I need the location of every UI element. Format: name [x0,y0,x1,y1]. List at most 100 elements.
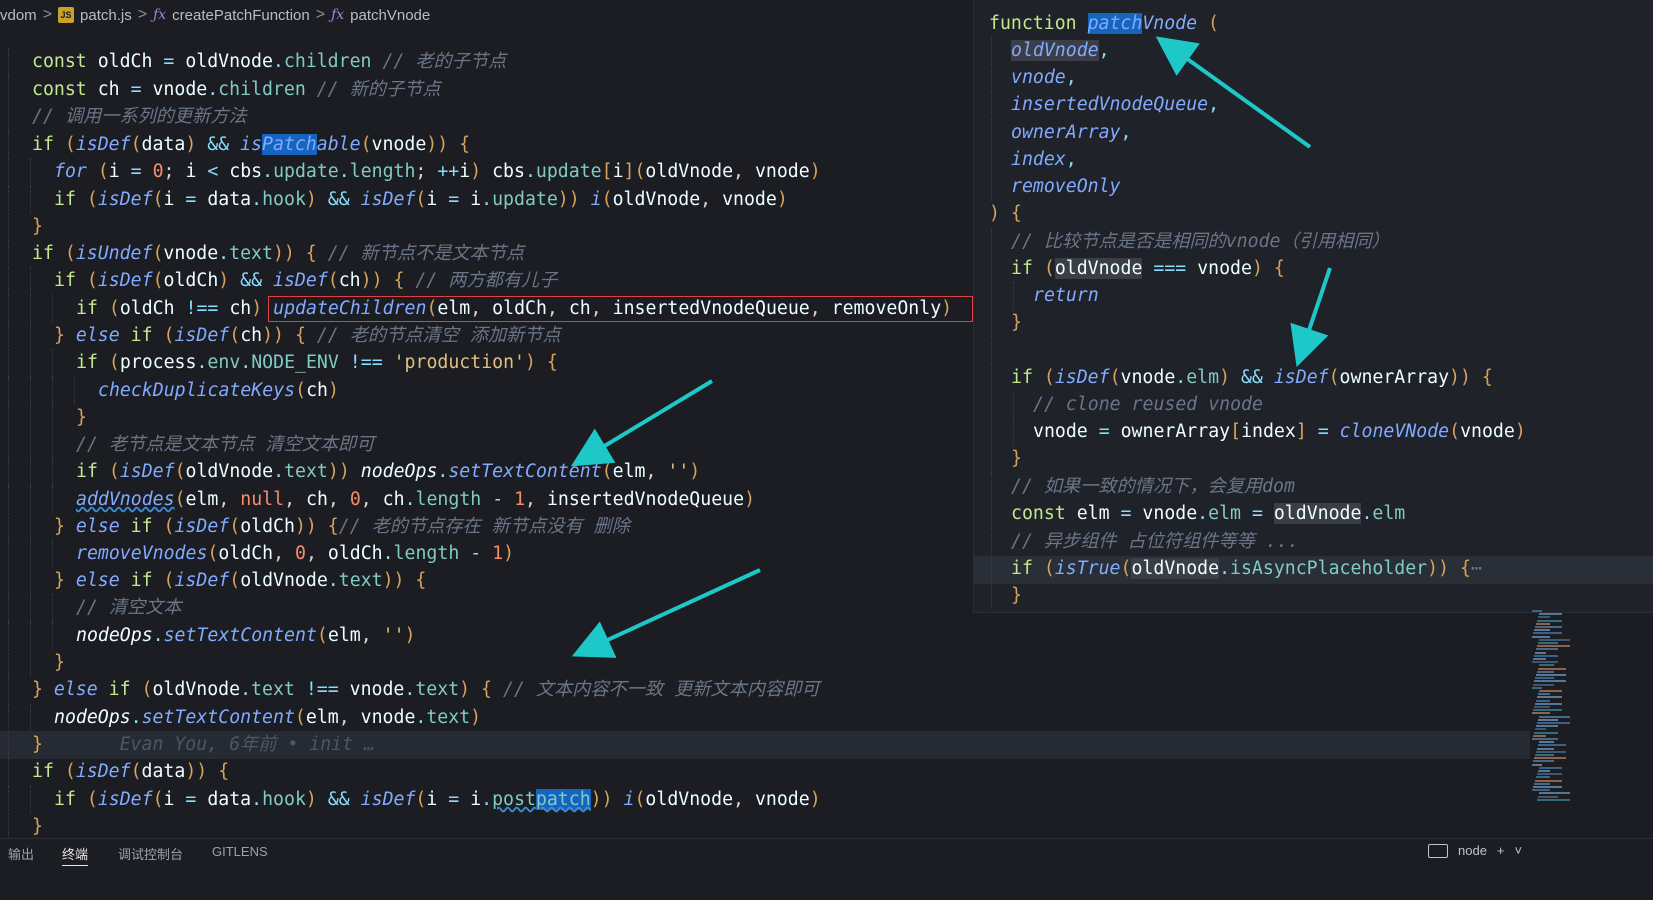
indent-guide [991,364,993,392]
minimap-line [1533,683,1554,686]
terminal-name[interactable]: node [1458,843,1487,858]
indent-guide [30,649,32,677]
minimap-line [1538,667,1566,670]
indent-guide [30,377,32,405]
breadcrumb-func-create-label: createPatchFunction [172,6,310,24]
indent-guide [52,295,54,323]
indent-guide [8,758,10,786]
indent-guide [30,594,32,622]
indent-guide [8,349,10,377]
indent-guide [30,267,32,295]
code-line: } Evan You, 6年前 • init … [8,731,375,759]
indent-guide [52,594,54,622]
code-line: // 调用一系列的更新方法 [8,103,247,131]
code-line: addVnodes(elm, null, ch, 0, ch.length - … [8,486,755,514]
minimap-line [1538,744,1566,747]
indent-guide [30,186,32,214]
indent-guide [8,158,10,186]
code-line: } else if (isDef(oldVnode.text)) { [8,567,426,595]
minimap-line [1535,779,1562,782]
minimap-line [1536,699,1550,702]
minimap-line [1532,789,1550,792]
indent-guide [30,458,32,486]
minimap-line [1537,670,1554,673]
minimap-line [1537,747,1554,750]
minimap-line [1537,696,1562,699]
indent-guide [30,486,32,514]
minimap-line [1533,632,1562,635]
minimap-line [1537,619,1562,622]
indent-guide [8,676,10,704]
indent-guide [8,377,10,405]
breadcrumb-func-create[interactable]: ƒx createPatchFunction [153,7,310,24]
breadcrumb-file-label: patch.js [80,6,132,24]
minimap-line [1536,750,1566,753]
code-line: if (isDef(oldVnode.text)) nodeOps.setTex… [8,458,700,486]
code-line: if (isDef(data) && isPatchable(vnode)) { [8,131,470,159]
indent-guide [8,458,10,486]
peek-code-line: const elm = vnode.elm = oldVnode.elm [991,500,1405,528]
minimap-line [1538,718,1558,721]
minimap-line [1539,664,1554,667]
indent-guide [8,786,10,814]
code-line: if (isUndef(vnode.text)) { // 新节点不是文本节点 [8,240,524,268]
indent-guide [991,64,993,92]
breadcrumb-file[interactable]: JS patch.js [58,7,132,24]
indent-guide [991,119,993,147]
function-icon: ƒx [331,7,345,23]
peek-code-line: index, [991,146,1077,174]
peek-code-line: if (isTrue(oldVnode.isAsyncPlaceholder))… [991,555,1482,583]
breadcrumb-func-patch[interactable]: ƒx patchVnode [331,7,430,24]
breadcrumb-folder[interactable]: vdom [0,7,37,24]
code-line: nodeOps.setTextContent(elm, vnode.text) [8,704,481,732]
tab-debug-console[interactable]: 调试控制台 [118,844,183,863]
indent-guide [991,336,993,364]
indent-guide [991,418,993,446]
peek-code-line: } [991,582,1022,610]
code-line: } [8,213,43,241]
minimap-line [1533,709,1562,712]
indent-guide [8,295,10,323]
minimap[interactable] [1532,610,1570,810]
code-line: } [8,404,87,432]
indent-guide [991,37,993,65]
indent-guide [30,704,32,732]
minimap-line [1539,792,1570,795]
indent-guide [8,649,10,677]
indent-guide [30,622,32,650]
chevron-right-icon: > [137,6,148,23]
indent-guide [52,540,54,568]
peek-code-line: // clone reused vnode [991,391,1263,419]
minimap-line [1535,677,1554,680]
indent-guide [8,322,10,350]
peek-code-line: } [991,309,1022,337]
minimap-line [1537,798,1570,801]
indent-guide [52,404,54,432]
peek-code-line: function patchVnode ( [989,13,1219,34]
plus-icon[interactable]: + [1497,843,1505,858]
indent-guide [991,309,993,337]
code-line: if (process.env.NODE_ENV !== 'production… [8,349,558,377]
code-line: if (isDef(data)) { [8,758,229,786]
indent-guide [8,622,10,650]
peek-code-line: if (isDef(vnode.elm) && isDef(ownerArray… [991,364,1493,392]
minimap-line [1532,738,1558,740]
indent-guide [991,473,993,501]
minimap-line [1538,616,1550,619]
minimap-line [1533,658,1546,660]
code-line: } [8,813,43,841]
minimap-line [1534,680,1566,683]
indent-guide [991,445,993,473]
minimap-line [1535,702,1562,705]
definition-peek-panel[interactable]: function patchVnode (oldVnode, vnode, inse… [973,0,1653,613]
minimap-line [1535,728,1546,731]
code-line: const oldCh = oldVnode.children // 老的子节点 [8,48,506,76]
minimap-line [1537,645,1570,648]
indent-guide [8,103,10,131]
tab-output[interactable]: 输出 [8,844,34,863]
tab-terminal[interactable]: 终端 [62,844,89,866]
indent-guide [8,731,10,759]
chevron-down-icon[interactable]: ˅ [1515,843,1523,858]
tab-gitlens[interactable]: GITLENS [212,844,268,859]
indent-guide [52,431,54,459]
